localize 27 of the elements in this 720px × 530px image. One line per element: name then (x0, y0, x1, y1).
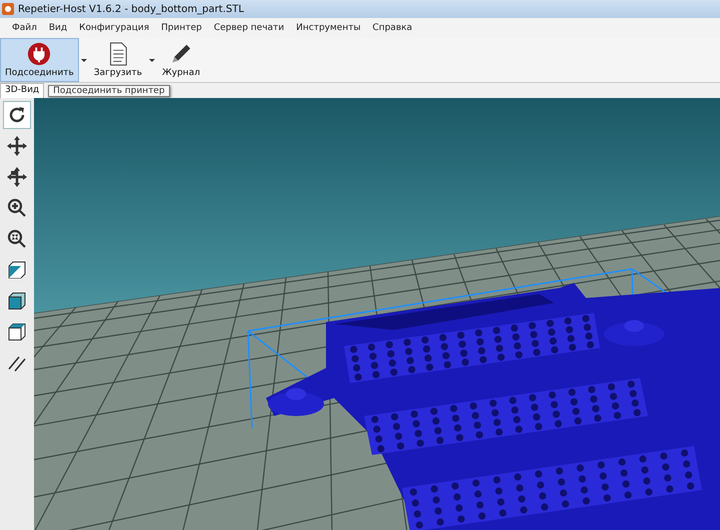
move-object-icon (7, 167, 27, 187)
window-title: Repetier-Host V1.6.2 - body_bottom_part.STL (18, 4, 244, 14)
3d-scene-drawing[interactable] (34, 98, 720, 530)
menu-item[interactable]: Сервер печати (210, 23, 288, 33)
cube-icon (7, 260, 27, 280)
toolbar-button[interactable]: Подсоединить (0, 38, 79, 82)
menu-item[interactable]: Инструменты (292, 23, 365, 33)
cube-top-icon (7, 322, 27, 342)
refresh-icon (7, 105, 27, 125)
cube-front-icon (7, 291, 27, 311)
menu-item[interactable]: Вид (44, 23, 72, 33)
app-icon (2, 3, 14, 15)
plug-icon (27, 42, 52, 66)
menu-item[interactable]: Конфигурация (75, 23, 154, 33)
move-icon (7, 136, 27, 156)
tooltip: Подсоединить принтер (48, 84, 170, 96)
zoom-in-icon (7, 198, 27, 218)
toolbar-button[interactable]: Журнал (157, 38, 205, 82)
toolbar-button[interactable]: Загрузить (88, 38, 148, 82)
zoom-fit-icon (7, 229, 27, 249)
tab[interactable]: 3D-Вид (0, 83, 44, 98)
menu-item[interactable]: Файл (8, 23, 41, 33)
menu-item[interactable]: Справка (368, 23, 416, 33)
dropdown-caret-icon[interactable] (149, 58, 156, 62)
menu-item[interactable]: Принтер (157, 23, 206, 33)
dropdown-caret-icon[interactable] (80, 58, 87, 62)
view-tool-button[interactable] (3, 101, 31, 129)
